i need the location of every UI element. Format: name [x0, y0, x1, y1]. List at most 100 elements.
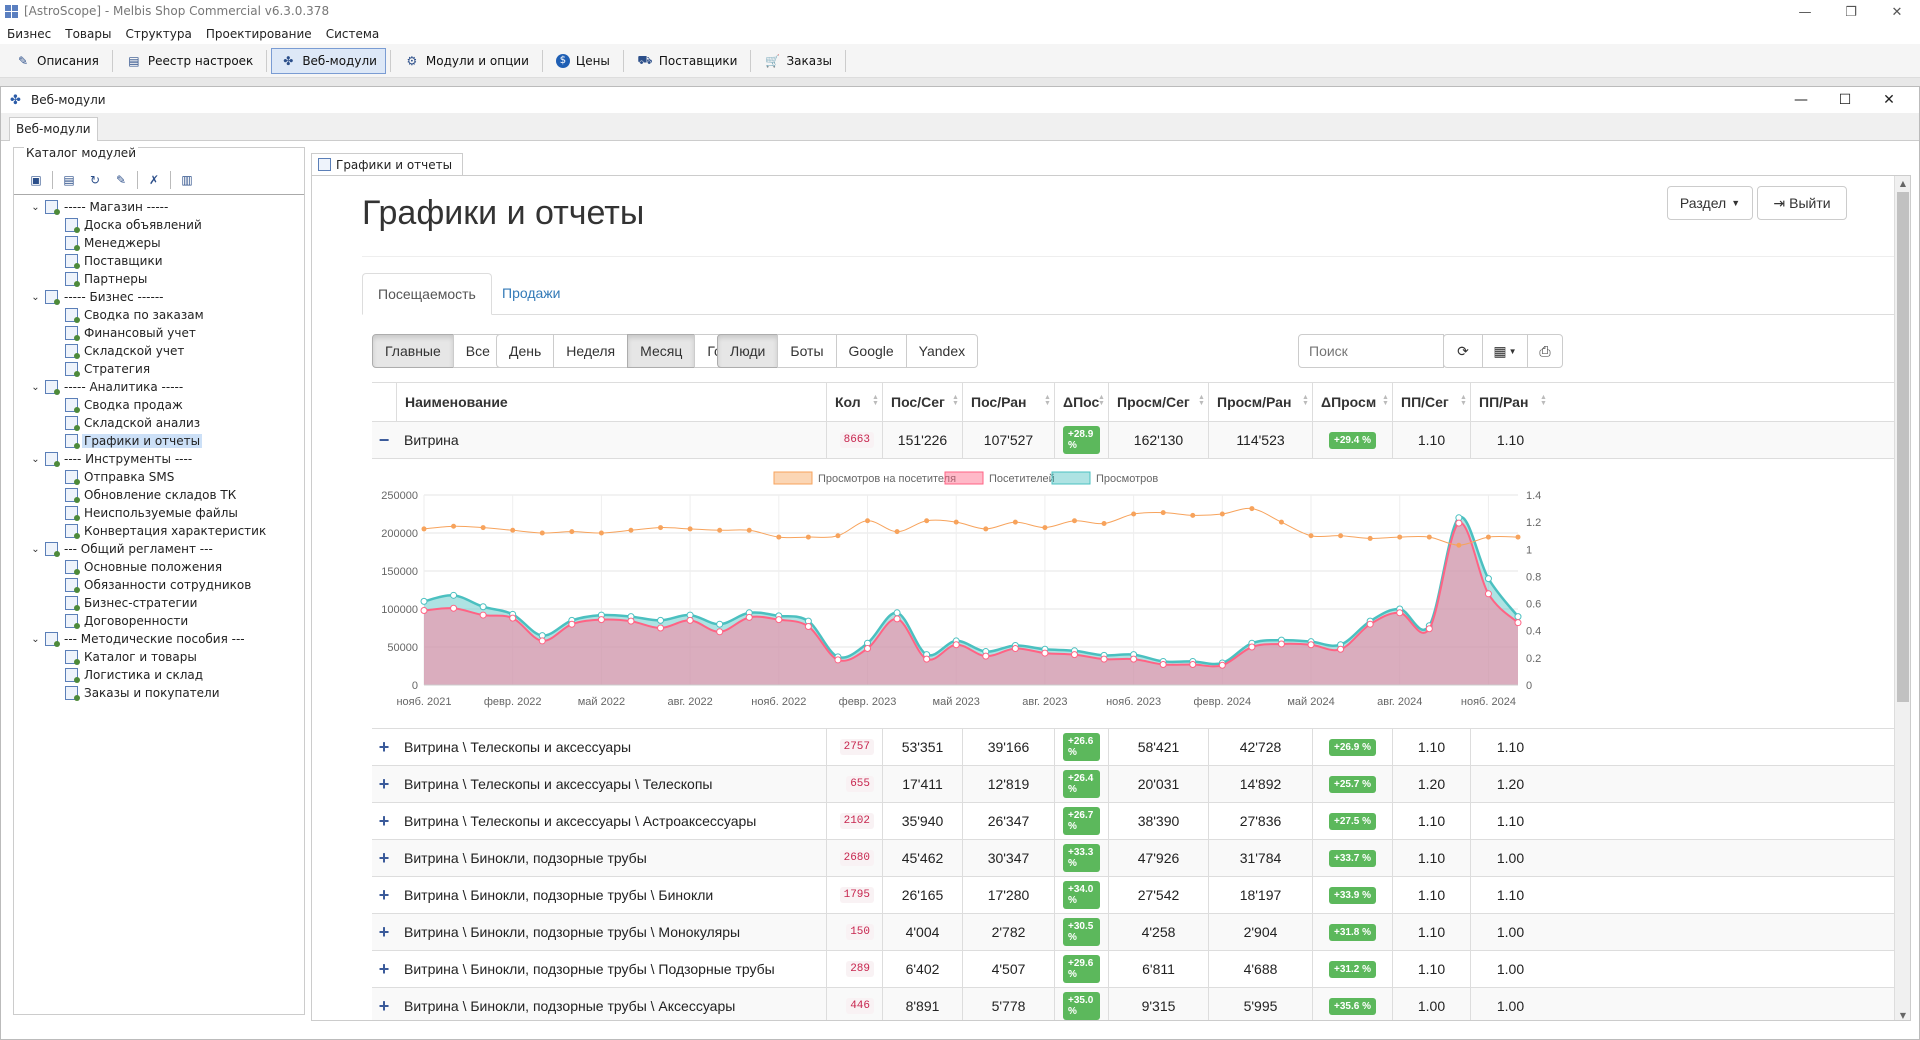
tree-item[interactable]: ⌄Неиспользуемые файлы [18, 504, 302, 522]
column-header-ppv-prev[interactable]: ПП/Ран [1470, 383, 1550, 421]
column-header-views-seg[interactable]: Просм/Сег [1108, 383, 1208, 421]
filter-day[interactable]: День [496, 334, 555, 368]
close-button[interactable]: ✕ [1874, 0, 1920, 24]
table-row[interactable]: + Витрина \ Бинокли, подзорные трубы \ Би… [372, 877, 1894, 914]
filter-people[interactable]: Люди [717, 334, 779, 368]
properties-icon[interactable]: ▥ [177, 170, 197, 190]
exit-button[interactable]: ⇥ Выйти [1757, 186, 1847, 220]
table-row[interactable]: + Витрина \ Бинокли, подзорные трубы \ Мо… [372, 914, 1894, 951]
table-row[interactable]: + Витрина \ Телескопы и аксессуары \ Астр… [372, 803, 1894, 840]
column-header-name[interactable]: Наименование [396, 383, 826, 421]
minimize-button[interactable]: — [1782, 0, 1828, 24]
collapse-icon[interactable]: ⌄ [30, 454, 41, 465]
toolbar-orders-button[interactable]: 🛒 Заказы [755, 48, 841, 74]
tree-item[interactable]: ⌄Графики и отчеты [18, 432, 302, 450]
expand-row-icon[interactable]: + [372, 877, 396, 913]
delete-module-icon[interactable]: ✗ [144, 170, 164, 190]
column-header-ppv-seg[interactable]: ПП/Сег [1392, 383, 1470, 421]
tree-item[interactable]: ⌄Стратегия [18, 360, 302, 378]
refresh-module-icon[interactable]: ↻ [85, 170, 105, 190]
filter-month[interactable]: Месяц [627, 334, 696, 368]
table-row[interactable]: + Витрина \ Телескопы и аксессуары 2757 53'… [372, 729, 1894, 766]
print-button[interactable]: ⎙ [1527, 334, 1563, 368]
collapse-icon[interactable]: ⌄ [30, 634, 41, 645]
column-header-visitors-seg[interactable]: Пос/Сег [882, 383, 962, 421]
table-row[interactable]: + Витрина \ Бинокли, подзорные трубы 2680 4… [372, 840, 1894, 877]
tree-item[interactable]: ⌄Обновление складов ТК [18, 486, 302, 504]
tree-group[interactable]: ⌄ ----- Аналитика ----- [18, 378, 302, 396]
expand-row-icon[interactable]: + [372, 914, 396, 950]
table-row[interactable]: + Витрина \ Бинокли, подзорные трубы \ Ак… [372, 988, 1894, 1020]
tree-group[interactable]: ⌄ --- Методические пособия --- [18, 630, 302, 648]
tree-item[interactable]: ⌄Логистика и склад [18, 666, 302, 684]
filter-bots[interactable]: Боты [777, 334, 837, 368]
tree-item[interactable]: ⌄Финансовый учет [18, 324, 302, 342]
filter-yandex[interactable]: Yandex [905, 334, 979, 368]
wrench-icon[interactable]: ✎ [111, 170, 131, 190]
collapse-icon[interactable]: ⌄ [30, 382, 41, 393]
tree-item[interactable]: ⌄Складской учет [18, 342, 302, 360]
collapse-row-icon[interactable]: − [372, 422, 396, 458]
tree-item[interactable]: ⌄Обязанности сотрудников [18, 576, 302, 594]
toolbar-prices-button[interactable]: $ Цены [547, 48, 619, 74]
search-input[interactable] [1298, 334, 1444, 368]
menu-business[interactable]: Бизнес [7, 27, 51, 41]
column-header-views-prev[interactable]: Просм/Ран [1208, 383, 1312, 421]
scroll-thumb[interactable] [1897, 192, 1909, 702]
menu-structure[interactable]: Структура [125, 27, 191, 41]
inner-close-button[interactable]: ✕ [1867, 87, 1911, 113]
tree-item[interactable]: ⌄Складской анализ [18, 414, 302, 432]
columns-button[interactable]: ▦ ▼ [1482, 334, 1528, 368]
table-row[interactable]: − Витрина 8663 151'226 107'527 +28.9 % 162'130… [372, 422, 1894, 459]
expand-row-icon[interactable]: + [372, 729, 396, 765]
menu-system[interactable]: Система [326, 27, 380, 41]
menu-goods[interactable]: Товары [65, 27, 111, 41]
tree-item[interactable]: ⌄Сводка продаж [18, 396, 302, 414]
tree-item[interactable]: ⌄Менеджеры [18, 234, 302, 252]
table-row[interactable]: + Витрина \ Телескопы и аксессуары \ Теле… [372, 766, 1894, 803]
filter-google[interactable]: Google [835, 334, 907, 368]
tab-web-modules[interactable]: Веб-модули [9, 117, 98, 141]
restore-button[interactable]: ❐ [1828, 0, 1874, 24]
add-module-icon[interactable]: ▣ [26, 170, 46, 190]
tree-item[interactable]: ⌄Каталог и товары [18, 648, 302, 666]
tree-item[interactable]: ⌄Отправка SMS [18, 468, 302, 486]
filter-week[interactable]: Неделя [553, 334, 629, 368]
tree-group[interactable]: ⌄ ----- Магазин ----- [18, 198, 302, 216]
scroll-down-arrow[interactable]: ▼ [1895, 1008, 1910, 1020]
toolbar-descriptions-button[interactable]: ✎ Описания [6, 48, 108, 74]
collapse-icon[interactable]: ⌄ [30, 292, 41, 303]
inner-minimize-button[interactable]: — [1779, 87, 1823, 113]
collapse-icon[interactable]: ⌄ [30, 202, 41, 213]
column-header-visitors-delta[interactable]: ΔПос [1054, 383, 1108, 421]
tree-item[interactable]: ⌄Заказы и покупатели [18, 684, 302, 702]
tree-item[interactable]: ⌄Партнеры [18, 270, 302, 288]
collapse-icon[interactable]: ⌄ [30, 544, 41, 555]
expand-row-icon[interactable]: + [372, 803, 396, 839]
scroll-up-arrow[interactable]: ▲ [1895, 176, 1910, 190]
tab-traffic[interactable]: Посещаемость [362, 273, 492, 315]
toolbar-web-modules-button[interactable]: ✤ Веб-модули [271, 47, 386, 74]
toolbar-settings-registry-button[interactable]: ▤ Реестр настроек [117, 48, 262, 74]
menu-design[interactable]: Проектирование [206, 27, 312, 41]
inner-maximize-button[interactable]: ☐ [1823, 87, 1867, 113]
tab-charts-reports[interactable]: Графики и отчеты [311, 153, 464, 175]
expand-row-icon[interactable]: + [372, 988, 396, 1020]
expand-row-icon[interactable]: + [372, 951, 396, 987]
tree-group[interactable]: ⌄ --- Общий регламент --- [18, 540, 302, 558]
tree-group[interactable]: ⌄ ---- Инструменты ---- [18, 450, 302, 468]
tree-item[interactable]: ⌄Сводка по заказам [18, 306, 302, 324]
tab-sales[interactable]: Продажи [487, 273, 575, 315]
refresh-button[interactable]: ⟳ [1443, 334, 1483, 368]
expand-row-icon[interactable]: + [372, 766, 396, 802]
tree-item[interactable]: ⌄Основные положения [18, 558, 302, 576]
expand-row-icon[interactable]: + [372, 840, 396, 876]
column-header-views-delta[interactable]: ΔПросм [1312, 383, 1392, 421]
tree-item[interactable]: ⌄Конвертация характеристик [18, 522, 302, 540]
tree-item[interactable]: ⌄Договоренности [18, 612, 302, 630]
add-child-icon[interactable]: ▤ [59, 170, 79, 190]
column-header-count[interactable]: Кол [826, 383, 882, 421]
tree-item[interactable]: ⌄Бизнес-стратегии [18, 594, 302, 612]
tree-item[interactable]: ⌄Поставщики [18, 252, 302, 270]
filter-main[interactable]: Главные [372, 334, 454, 368]
